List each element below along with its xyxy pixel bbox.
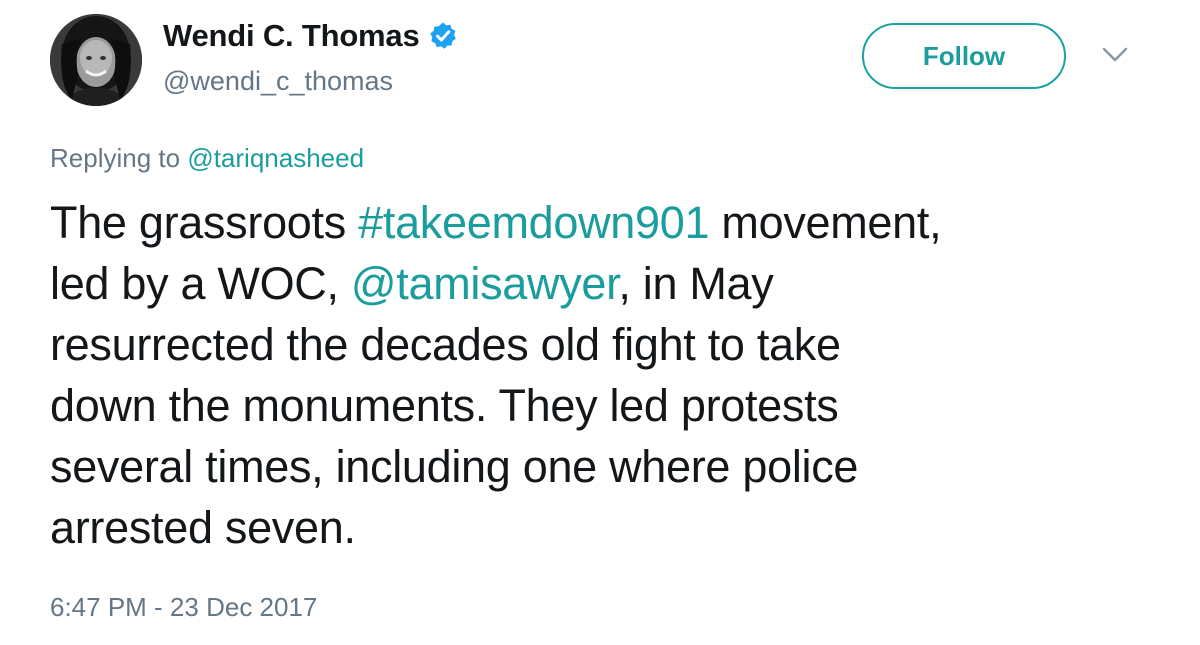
- chevron-down-icon[interactable]: [1102, 46, 1128, 64]
- tweet-line: resurrected the decades old fight to tak…: [50, 319, 841, 370]
- reply-mention-link[interactable]: @tariqnasheed: [187, 143, 364, 173]
- tweet-timestamp[interactable]: 6:47 PM - 23 Dec 2017: [50, 592, 317, 623]
- author-display-name[interactable]: Wendi C. Thomas: [163, 18, 420, 54]
- tweet-text-segment: The grassroots: [50, 197, 359, 248]
- follow-button[interactable]: Follow: [862, 23, 1066, 89]
- tweet-text: The grassroots #takeemdown901 movement, …: [50, 192, 1170, 558]
- mention-link[interactable]: @tamisawyer: [351, 258, 619, 309]
- verified-badge-icon: [428, 21, 458, 51]
- profile-photo-icon: [50, 14, 142, 106]
- tweet-line: several times, including one where polic…: [50, 441, 859, 492]
- tweet-text-segment: led by a WOC,: [50, 258, 351, 309]
- author-name-row: Wendi C. Thomas: [163, 18, 458, 54]
- author-handle[interactable]: @wendi_c_thomas: [163, 66, 393, 97]
- tweet-line: down the monuments. They led protests: [50, 380, 839, 431]
- tweet-text-segment: movement,: [709, 197, 942, 248]
- tweet-line: The grassroots #takeemdown901 movement,: [50, 192, 1170, 253]
- replying-to-line: Replying to @tariqnasheed: [50, 143, 364, 174]
- replying-to-label: Replying to: [50, 143, 181, 173]
- tweet-card: Wendi C. Thomas @wendi_c_thomas Follow R…: [0, 0, 1200, 645]
- avatar[interactable]: [50, 14, 142, 106]
- tweet-text-segment: , in May: [618, 258, 774, 309]
- tweet-line: arrested seven.: [50, 502, 356, 553]
- hashtag-link[interactable]: #takeemdown901: [358, 197, 709, 248]
- tweet-line: led by a WOC, @tamisawyer, in May: [50, 253, 1170, 314]
